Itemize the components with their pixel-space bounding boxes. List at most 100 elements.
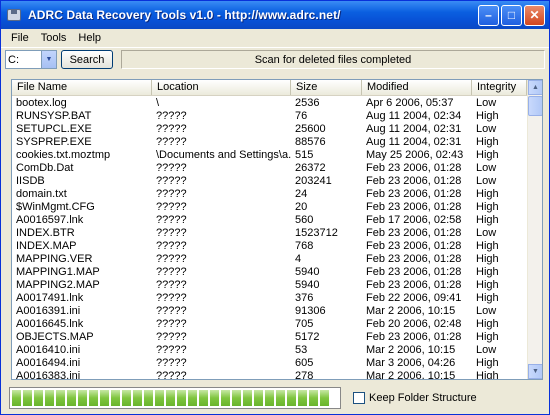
table-row[interactable]: MAPPING.VER????? 4 Feb 23 2006, 01:28 High [12,253,527,266]
table-row[interactable]: A0016391.ini????? 91306 Mar 2 2006, 10:15 L… [12,305,527,318]
progress-segment [166,390,175,406]
table-row[interactable]: bootex.log \ 2536 Apr 6 2006, 05:37 Low [12,97,527,110]
menu-tools[interactable]: Tools [35,32,73,44]
table-row[interactable]: A0016383.ini????? 278 Mar 2 2006, 10:15 Hig… [12,370,527,380]
cell-location: ????? [156,123,187,135]
cell-location: ????? [156,318,187,330]
table-row[interactable]: SYSPREP.EXE????? 88576 Aug 11 2004, 02:31 H… [12,136,527,149]
progress-segment [56,390,65,406]
cell-location: \Documents and Settings\a... [156,149,291,161]
minimize-button[interactable]: – [478,4,499,26]
cell-integrity: High [476,266,499,278]
cell-integrity: Low [476,227,497,239]
progress-segment [287,390,296,406]
close-button[interactable]: ✕ [524,4,545,26]
cell-size: 5940 [295,279,320,291]
cell-location: ????? [156,110,187,122]
maximize-button[interactable]: □ [501,4,522,26]
cell-file-name: OBJECTS.MAP [16,331,94,343]
cell-size: 91306 [295,305,326,317]
cell-file-name: IISDB [16,175,45,187]
cell-size: 25600 [295,123,326,135]
cell-integrity: Low [476,175,497,187]
cell-integrity: High [476,240,499,252]
cell-integrity: High [476,357,499,369]
drive-select[interactable]: C: ▼ [5,50,57,69]
column-header-integrity[interactable]: Integrity [472,80,527,95]
progress-segment [78,390,87,406]
progress-bar [9,387,341,409]
keep-folder-checkbox[interactable] [353,392,365,404]
progress-segment [100,390,109,406]
cell-modified: Aug 11 2004, 02:34 [366,110,462,122]
table-row[interactable]: $WinMgmt.CFG????? 20 Feb 23 2006, 01:28 Hig… [12,201,527,214]
cell-integrity: High [476,292,499,304]
table-row[interactable]: A0016645.lnk????? 705 Feb 20 2006, 02:48 Hi… [12,318,527,331]
progress-segment [23,390,32,406]
cell-integrity: Low [476,123,497,135]
cell-size: 605 [295,357,314,369]
scroll-down-icon[interactable]: ▼ [528,364,542,379]
cell-modified: Aug 11 2004, 02:31 [366,136,462,148]
cell-file-name: A0016410.ini [16,344,81,356]
cell-size: 560 [295,214,314,226]
cell-integrity: Low [476,162,497,174]
progress-segment [177,390,186,406]
cell-file-name: domain.txt [16,188,67,200]
table-row[interactable]: domain.txt????? 24 Feb 23 2006, 01:28 High [12,188,527,201]
cell-file-name: A0016383.ini [16,370,81,380]
cell-location: ????? [156,162,187,174]
cell-size: 705 [295,318,314,330]
cell-modified: Apr 6 2006, 05:37 [366,97,454,109]
file-list-body: bootex.log \ 2536 Apr 6 2006, 05:37 Low RUNSY… [12,97,527,379]
table-row[interactable]: A0016597.lnk????? 560 Feb 17 2006, 02:58 Hi… [12,214,527,227]
table-row[interactable]: INDEX.MAP????? 768 Feb 23 2006, 01:28 High [12,240,527,253]
column-header-modified[interactable]: Modified [362,80,472,95]
progress-segment [188,390,197,406]
scroll-thumb[interactable] [528,96,542,116]
cell-integrity: High [476,201,499,213]
cell-modified: Feb 23 2006, 01:28 [366,240,462,252]
table-row[interactable]: cookies.txt.moztmp \Documents and Setting… [12,149,527,162]
column-header-size[interactable]: Size [291,80,362,95]
menu-help[interactable]: Help [72,32,107,44]
cell-size: 26372 [295,162,326,174]
vertical-scrollbar[interactable]: ▲ ▼ [527,80,542,379]
table-row[interactable]: INDEX.BTR????? 1523712 Feb 23 2006, 01:28 L… [12,227,527,240]
drive-select-value: C: [8,53,19,66]
cell-location: ????? [156,227,187,239]
column-header-location[interactable]: Location [152,80,291,95]
table-row[interactable]: MAPPING1.MAP????? 5940 Feb 23 2006, 01:28 H… [12,266,527,279]
table-row[interactable]: OBJECTS.MAP????? 5172 Feb 23 2006, 01:28 Hi… [12,331,527,344]
file-list[interactable]: File Name Location Size Modified Integri… [11,79,543,380]
title-bar[interactable]: ADRC Data Recovery Tools v1.0 - http://w… [1,1,549,29]
progress-segment [45,390,54,406]
table-row[interactable]: A0017491.lnk????? 376 Feb 22 2006, 09:41 Hi… [12,292,527,305]
table-row[interactable]: A0016410.ini????? 53 Mar 2 2006, 10:15 Low [12,344,527,357]
chevron-down-icon[interactable]: ▼ [41,51,56,68]
progress-segment [298,390,307,406]
cell-size: 53 [295,344,308,356]
menu-file[interactable]: File [5,32,35,44]
table-row[interactable]: A0016494.ini????? 605 Mar 3 2006, 04:26 Hig… [12,357,527,370]
column-header-file-name[interactable]: File Name [12,80,152,95]
table-row[interactable]: RUNSYSP.BAT????? 76 Aug 11 2004, 02:34 High [12,110,527,123]
search-button[interactable]: Search [61,50,113,69]
cell-location: ????? [156,253,187,265]
table-row[interactable]: MAPPING2.MAP????? 5940 Feb 23 2006, 01:28 H… [12,279,527,292]
cell-modified: Aug 11 2004, 02:31 [366,123,462,135]
cell-file-name: A0016597.lnk [16,214,84,226]
file-list-header: File Name Location Size Modified Integri… [12,80,542,96]
cell-size: 278 [295,370,314,380]
cell-location: ????? [156,266,187,278]
cell-integrity: High [476,188,499,200]
cell-modified: Feb 23 2006, 01:28 [366,331,462,343]
table-row[interactable]: SETUPCL.EXE????? 25600 Aug 11 2004, 02:31 L… [12,123,527,136]
keep-folder-option[interactable]: Keep Folder Structure [353,392,477,404]
cell-integrity: High [476,331,499,343]
cell-integrity: Low [476,97,497,109]
scroll-up-icon[interactable]: ▲ [528,80,542,95]
table-row[interactable]: IISDB????? 203241 Feb 23 2006, 01:28 Low [12,175,527,188]
cell-modified: Feb 23 2006, 01:28 [366,162,462,174]
table-row[interactable]: ComDb.Dat????? 26372 Feb 23 2006, 01:28 Low [12,162,527,175]
